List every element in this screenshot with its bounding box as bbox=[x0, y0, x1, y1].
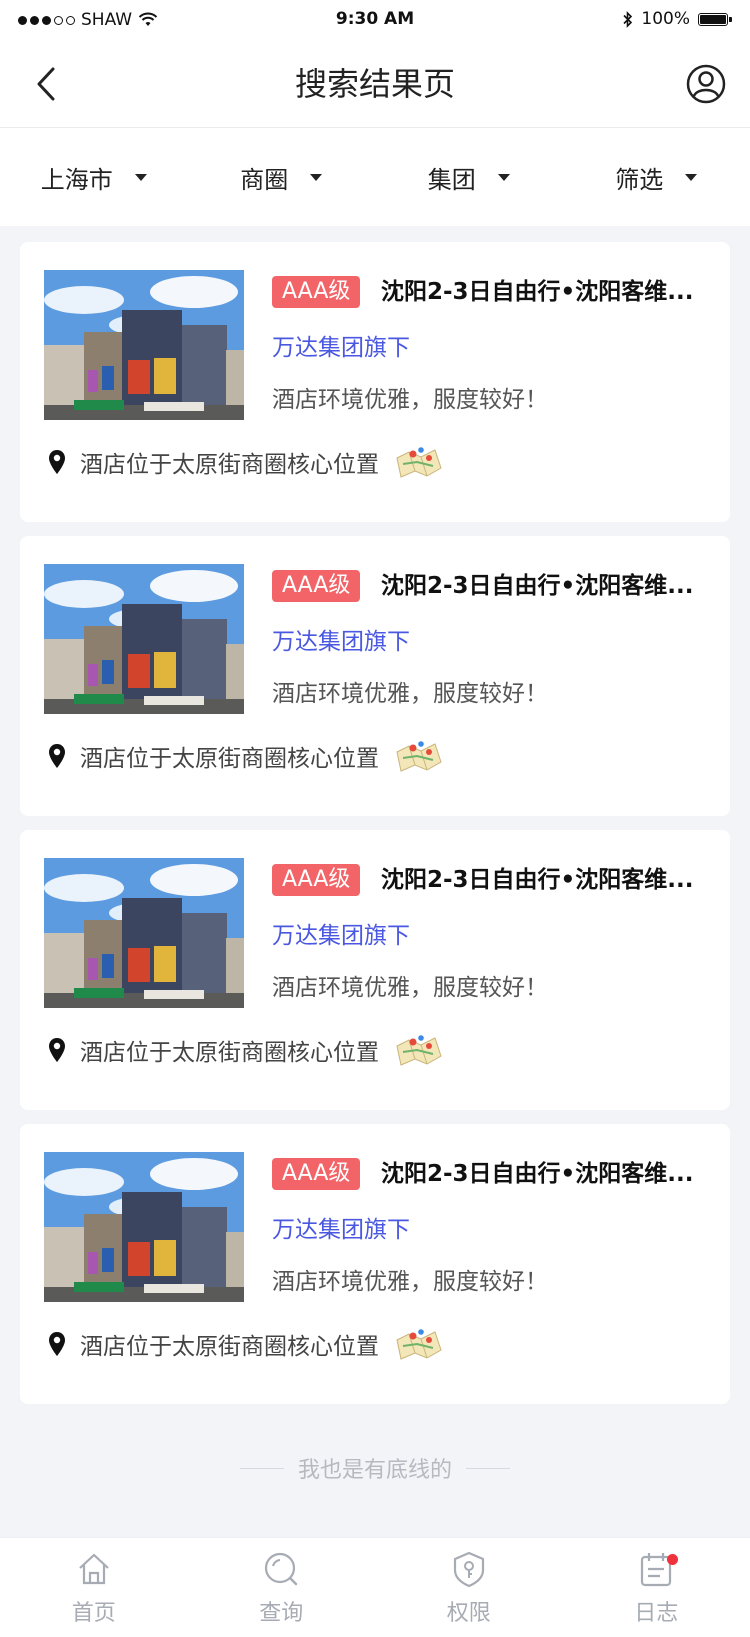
result-title: 沈阳2-3日自由行•沈阳客维... bbox=[381, 573, 694, 599]
result-description: 酒店环境优雅，服度较好！ bbox=[272, 975, 548, 1001]
status-bar: SHAW 9:30 AM 100% bbox=[0, 0, 750, 40]
battery-icon bbox=[698, 12, 732, 26]
address-row: 酒店位于太原街商圈核心位置 bbox=[48, 1320, 443, 1368]
location-pin-icon bbox=[48, 1329, 70, 1359]
hotel-photo bbox=[44, 270, 244, 420]
filter-city[interactable]: 上海市 bbox=[0, 128, 188, 226]
map-icon[interactable] bbox=[395, 1032, 443, 1068]
divider bbox=[239, 1467, 284, 1469]
hotel-photo bbox=[44, 858, 244, 1008]
status-right: 100% bbox=[623, 9, 732, 29]
map-icon[interactable] bbox=[395, 444, 443, 480]
tab-home-label: 首页 bbox=[71, 1600, 116, 1626]
filter-group-label: 集团 bbox=[427, 165, 476, 194]
end-of-list-indicator: 我也是有底线的 bbox=[0, 1452, 750, 1484]
nav-header: 搜索结果页 bbox=[0, 40, 750, 128]
group-link[interactable]: 万达集团旗下 bbox=[272, 918, 410, 954]
caret-down-icon bbox=[134, 173, 147, 181]
filter-business-district[interactable]: 商圈 bbox=[188, 128, 376, 226]
rating-badge: AAA级 bbox=[272, 1158, 361, 1190]
result-title: 沈阳2-3日自由行•沈阳客维... bbox=[381, 867, 694, 893]
result-card[interactable]: AAA级 沈阳2-3日自由行•沈阳客维... 万达集团旗下 酒店环境优雅，服度较… bbox=[20, 830, 730, 1110]
hotel-photo bbox=[44, 564, 244, 714]
result-address: 酒店位于太原街商圈核心位置 bbox=[80, 452, 379, 478]
end-of-list-text: 我也是有底线的 bbox=[297, 1458, 452, 1483]
rating-badge: AAA级 bbox=[272, 864, 361, 896]
address-row: 酒店位于太原街商圈核心位置 bbox=[48, 1026, 443, 1074]
group-link[interactable]: 万达集团旗下 bbox=[272, 330, 410, 366]
results-list: AAA级 沈阳2-3日自由行•沈阳客维... 万达集团旗下 酒店环境优雅，服度较… bbox=[20, 242, 730, 1418]
page-title: 搜索结果页 bbox=[294, 65, 455, 103]
location-pin-icon bbox=[48, 741, 70, 771]
tab-log[interactable]: 日志 bbox=[563, 1538, 750, 1637]
filter-more[interactable]: 筛选 bbox=[563, 128, 750, 226]
location-pin-icon bbox=[48, 447, 70, 477]
address-row: 酒店位于太原街商圈核心位置 bbox=[48, 732, 443, 780]
caret-down-icon bbox=[310, 173, 323, 181]
map-icon[interactable] bbox=[395, 738, 443, 774]
result-card[interactable]: AAA级 沈阳2-3日自由行•沈阳客维... 万达集团旗下 酒店环境优雅，服度较… bbox=[20, 1124, 730, 1404]
battery-percent: 100% bbox=[641, 9, 690, 29]
tab-permissions-label: 权限 bbox=[446, 1600, 491, 1626]
filter-bar: 上海市 商圈 集团 筛选 bbox=[0, 128, 750, 226]
user-profile-button[interactable] bbox=[682, 60, 730, 108]
tab-home[interactable]: 首页 bbox=[0, 1538, 188, 1637]
result-title: 沈阳2-3日自由行•沈阳客维... bbox=[381, 279, 694, 305]
notification-dot bbox=[666, 1554, 678, 1565]
result-card[interactable]: AAA级 沈阳2-3日自由行•沈阳客维... 万达集团旗下 酒店环境优雅，服度较… bbox=[20, 242, 730, 522]
result-description: 酒店环境优雅，服度较好！ bbox=[272, 387, 548, 413]
result-address: 酒店位于太原街商圈核心位置 bbox=[80, 1334, 379, 1360]
user-icon bbox=[686, 64, 726, 104]
result-address: 酒店位于太原街商圈核心位置 bbox=[80, 746, 379, 772]
map-icon[interactable] bbox=[395, 1326, 443, 1362]
tab-search-label: 查询 bbox=[259, 1600, 304, 1626]
chevron-left-icon bbox=[37, 67, 55, 101]
group-link[interactable]: 万达集团旗下 bbox=[272, 624, 410, 660]
home-icon bbox=[79, 1553, 109, 1584]
app-root: SHAW 9:30 AM 100% 搜索结果页 上海市 商圈 集团 筛选 AAA… bbox=[0, 0, 750, 1637]
filter-group[interactable]: 集团 bbox=[375, 128, 563, 226]
tab-search[interactable]: 查询 bbox=[188, 1538, 376, 1637]
tab-log-label: 日志 bbox=[634, 1600, 679, 1626]
result-card[interactable]: AAA级 沈阳2-3日自由行•沈阳客维... 万达集团旗下 酒店环境优雅，服度较… bbox=[20, 536, 730, 816]
back-button[interactable] bbox=[22, 60, 70, 108]
bluetooth-icon bbox=[623, 10, 633, 28]
address-row: 酒店位于太原街商圈核心位置 bbox=[48, 438, 443, 486]
search-icon bbox=[265, 1552, 298, 1585]
caret-down-icon bbox=[497, 173, 510, 181]
rating-badge: AAA级 bbox=[272, 570, 361, 602]
filter-city-label: 上海市 bbox=[40, 165, 113, 194]
filter-district-label: 商圈 bbox=[240, 165, 289, 194]
divider bbox=[466, 1467, 510, 1469]
hotel-photo bbox=[44, 1152, 244, 1302]
result-address: 酒店位于太原街商圈核心位置 bbox=[80, 1040, 379, 1066]
group-link[interactable]: 万达集团旗下 bbox=[272, 1212, 410, 1248]
filter-more-label: 筛选 bbox=[615, 165, 664, 194]
result-description: 酒店环境优雅，服度较好！ bbox=[272, 1269, 548, 1295]
tab-bar: 首页 查询 权限 日志 bbox=[0, 1537, 750, 1637]
result-description: 酒店环境优雅，服度较好！ bbox=[272, 681, 548, 707]
caret-down-icon bbox=[685, 173, 698, 181]
location-pin-icon bbox=[48, 1035, 70, 1065]
result-title: 沈阳2-3日自由行•沈阳客维... bbox=[381, 1161, 694, 1187]
rating-badge: AAA级 bbox=[272, 276, 361, 308]
shield-key-icon bbox=[453, 1551, 484, 1587]
tab-permissions[interactable]: 权限 bbox=[375, 1538, 563, 1637]
